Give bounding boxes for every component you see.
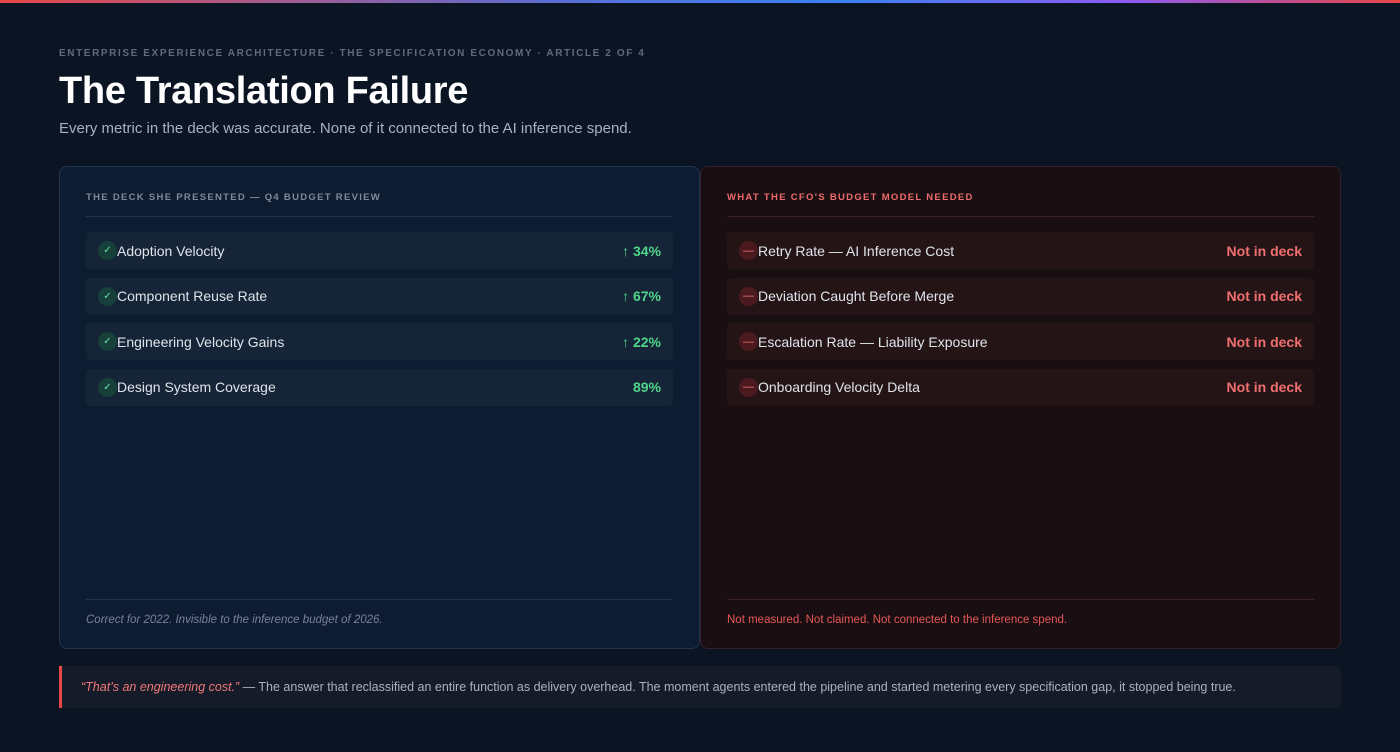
check-icon: ✓: [98, 377, 117, 397]
cfo-metrics-list: — Retry Rate — AI Inference Cost Not in …: [727, 232, 1314, 406]
list-item: — Deviation Caught Before Merge Not in d…: [727, 277, 1314, 315]
dash-icon: —: [739, 241, 758, 260]
cfo-panel-footer: Not measured. Not claimed. Not connected…: [727, 599, 1314, 626]
dash-icon: —: [739, 377, 758, 397]
check-icon: ✓: [98, 332, 117, 351]
quote-text: “That’s an engineering cost.”: [81, 680, 240, 694]
deck-panel: THE DECK SHE PRESENTED — Q4 BUDGET REVIE…: [59, 166, 700, 649]
quote-callout: “That’s an engineering cost.” — The answ…: [59, 666, 1341, 708]
metric-label: Adoption Velocity: [117, 242, 225, 259]
list-item: ✓ Component Reuse Rate ↑ 67%: [86, 277, 673, 315]
status-badge: Not in deck: [1226, 242, 1302, 259]
top-accent-bar: [0, 0, 1400, 3]
metric-label: Retry Rate — AI Inference Cost: [758, 242, 955, 259]
list-item: ✓ Engineering Velocity Gains ↑ 22%: [86, 323, 673, 360]
metric-value: ↑ 34%: [622, 242, 661, 259]
status-badge: Not in deck: [1226, 333, 1302, 350]
metric-label: Escalation Rate — Liability Exposure: [758, 333, 988, 350]
cfo-panel-heading: WHAT THE CFO'S BUDGET MODEL NEEDED: [727, 192, 1314, 217]
metric-value: ↑ 67%: [622, 288, 661, 304]
metric-value: 89%: [632, 379, 661, 395]
list-item: ✓ Design System Coverage 89%: [86, 368, 673, 406]
metric-label: Engineering Velocity Gains: [117, 333, 285, 350]
page-title: The Translation Failure: [59, 70, 469, 112]
dash-icon: —: [739, 286, 758, 306]
status-badge: Not in deck: [1226, 379, 1302, 395]
check-icon: ✓: [98, 241, 117, 260]
check-icon: ✓: [98, 286, 117, 306]
deck-metrics-list: ✓ Adoption Velocity ↑ 34% ✓ Component Re…: [86, 232, 673, 406]
dash-icon: —: [739, 332, 758, 351]
metric-label: Onboarding Velocity Delta: [758, 379, 920, 395]
list-item: — Onboarding Velocity Delta Not in deck: [727, 368, 1314, 406]
page-subtitle: Every metric in the deck was accurate. N…: [59, 120, 632, 137]
cfo-needs-panel: WHAT THE CFO'S BUDGET MODEL NEEDED — Ret…: [700, 166, 1341, 649]
metric-label: Deviation Caught Before Merge: [758, 288, 955, 304]
status-badge: Not in deck: [1226, 288, 1302, 304]
list-item: ✓ Adoption Velocity ↑ 34%: [86, 232, 673, 269]
metric-label: Component Reuse Rate: [117, 288, 268, 304]
deck-panel-footer: Correct for 2022. Invisible to the infer…: [86, 599, 673, 626]
eyebrow: ENTERPRISE EXPERIENCE ARCHITECTURE · THE…: [59, 48, 646, 59]
metric-value: ↑ 22%: [622, 333, 661, 350]
metric-label: Design System Coverage: [117, 379, 276, 395]
list-item: — Escalation Rate — Liability Exposure N…: [727, 323, 1314, 360]
list-item: — Retry Rate — AI Inference Cost Not in …: [727, 232, 1314, 269]
deck-panel-heading: THE DECK SHE PRESENTED — Q4 BUDGET REVIE…: [86, 192, 673, 217]
quote-explanation: — The answer that reclassified an entire…: [239, 680, 1236, 694]
